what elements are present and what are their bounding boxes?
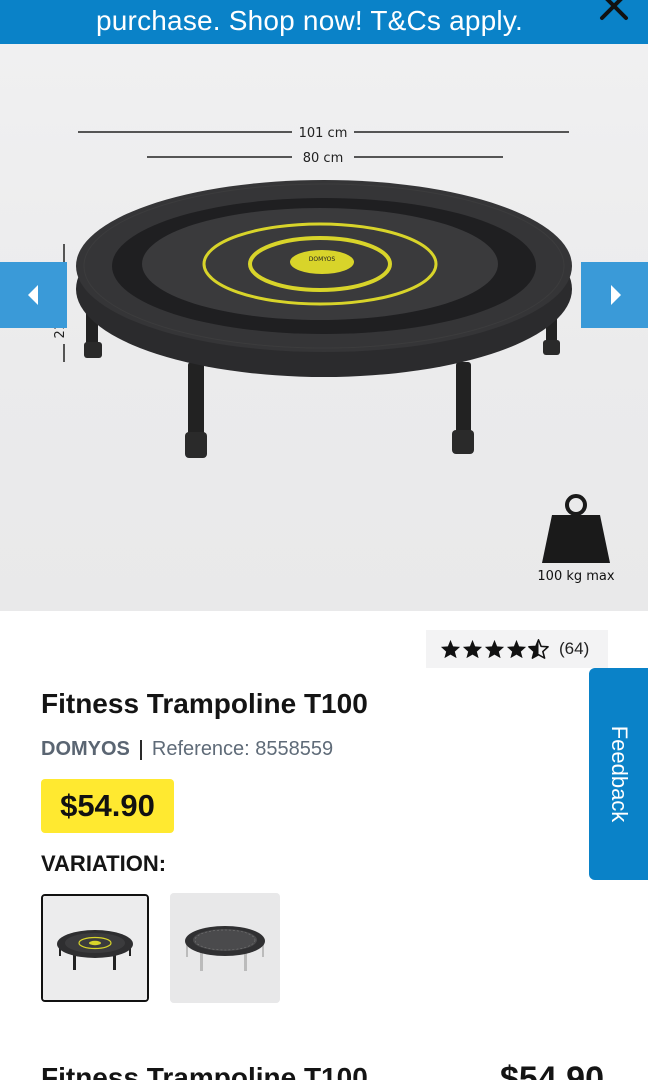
max-weight-label: 100 kg max [537,569,615,584]
chevron-left-icon [27,285,38,305]
brand-link[interactable]: DOMYOS [41,738,130,761]
variation-label: VARIATION: [41,851,167,876]
promo-banner-text: purchase. Shop now! T&Cs apply. [96,5,523,36]
star-icon [462,639,483,659]
divider [139,739,142,760]
feedback-label: Feedback [606,725,632,823]
trampoline-thumbnail-image [170,893,280,1003]
half-star-icon [528,639,549,659]
promo-banner: purchase. Shop now! T&Cs apply. [0,0,648,44]
reference-number: Reference: 8558559 [151,738,334,760]
dimension-outer-label: 101 cm [299,126,348,141]
next-image-button[interactable] [581,262,648,328]
star-icon [484,639,505,659]
variation-thumbnail-1[interactable] [41,894,149,1002]
variation-thumbnail-2[interactable] [170,893,280,1003]
sticky-price: $54.90 [500,1060,604,1080]
price-badge: $54.90 [41,779,174,833]
product-print-label: DOMYOS [309,256,336,263]
product-title: Fitness Trampoline T100 [41,688,368,719]
trampoline-thumbnail-image [43,896,147,1000]
weight-icon [542,494,610,563]
rating-count: (64) [559,639,590,658]
close-icon[interactable] [596,0,632,26]
sticky-product-title: Fitness Trampoline T100 [41,1062,368,1080]
star-icon [440,639,461,659]
rating-stars [440,639,549,659]
chevron-right-icon [610,285,621,305]
product-image-gallery: 101 cm 80 cm 21,5 cm DOMYOS [0,44,648,611]
dimension-inner-label: 80 cm [303,151,344,166]
star-icon [506,639,527,659]
previous-image-button[interactable] [0,262,67,328]
brand-reference-row: DOMYOS Reference: 8558559 [41,738,333,761]
feedback-tab[interactable]: Feedback [589,668,648,880]
rating-summary[interactable]: (64) [426,630,608,668]
